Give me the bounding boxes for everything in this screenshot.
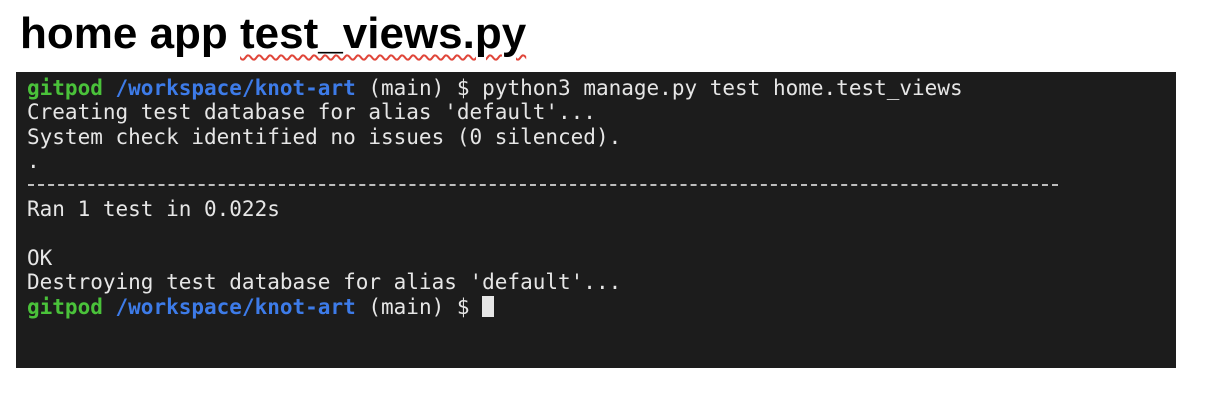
terminal-window[interactable]: gitpod /workspace/knot-art (main) $ pyth… [16, 72, 1176, 368]
prompt-branch: (main) $ [355, 76, 483, 100]
prompt-user: gitpod [27, 294, 103, 319]
separator-rule [28, 184, 1058, 187]
output-system-check: System check identified no issues (0 sil… [27, 124, 622, 149]
output-test-dot: . [27, 148, 40, 173]
output-blank-line [27, 222, 1176, 246]
prompt-user: gitpod [27, 76, 103, 100]
title-prefix: home app [20, 9, 241, 58]
prompt-line-command: gitpod /workspace/knot-art (main) $ pyth… [27, 76, 1176, 100]
command-text: python3 manage.py test home.test_views [482, 76, 963, 100]
output-creating-db: Creating test database for alias 'defaul… [27, 100, 596, 125]
output-destroying-db: Destroying test database for alias 'defa… [27, 270, 622, 295]
title-filename: test_views.py [240, 9, 527, 58]
page-title: home app test_views.py [20, 4, 526, 64]
output-ran-tests: Ran 1 test in 0.022s [27, 197, 280, 222]
prompt-line-current[interactable]: gitpod /workspace/knot-art (main) $ [27, 295, 1176, 319]
output-ok: OK [27, 246, 53, 271]
block-cursor-icon [482, 295, 495, 317]
prompt-path: /workspace/knot-art [115, 76, 356, 100]
prompt-branch: (main) $ [355, 294, 483, 319]
output-separator [27, 173, 1176, 197]
prompt-path: /workspace/knot-art [115, 294, 356, 319]
